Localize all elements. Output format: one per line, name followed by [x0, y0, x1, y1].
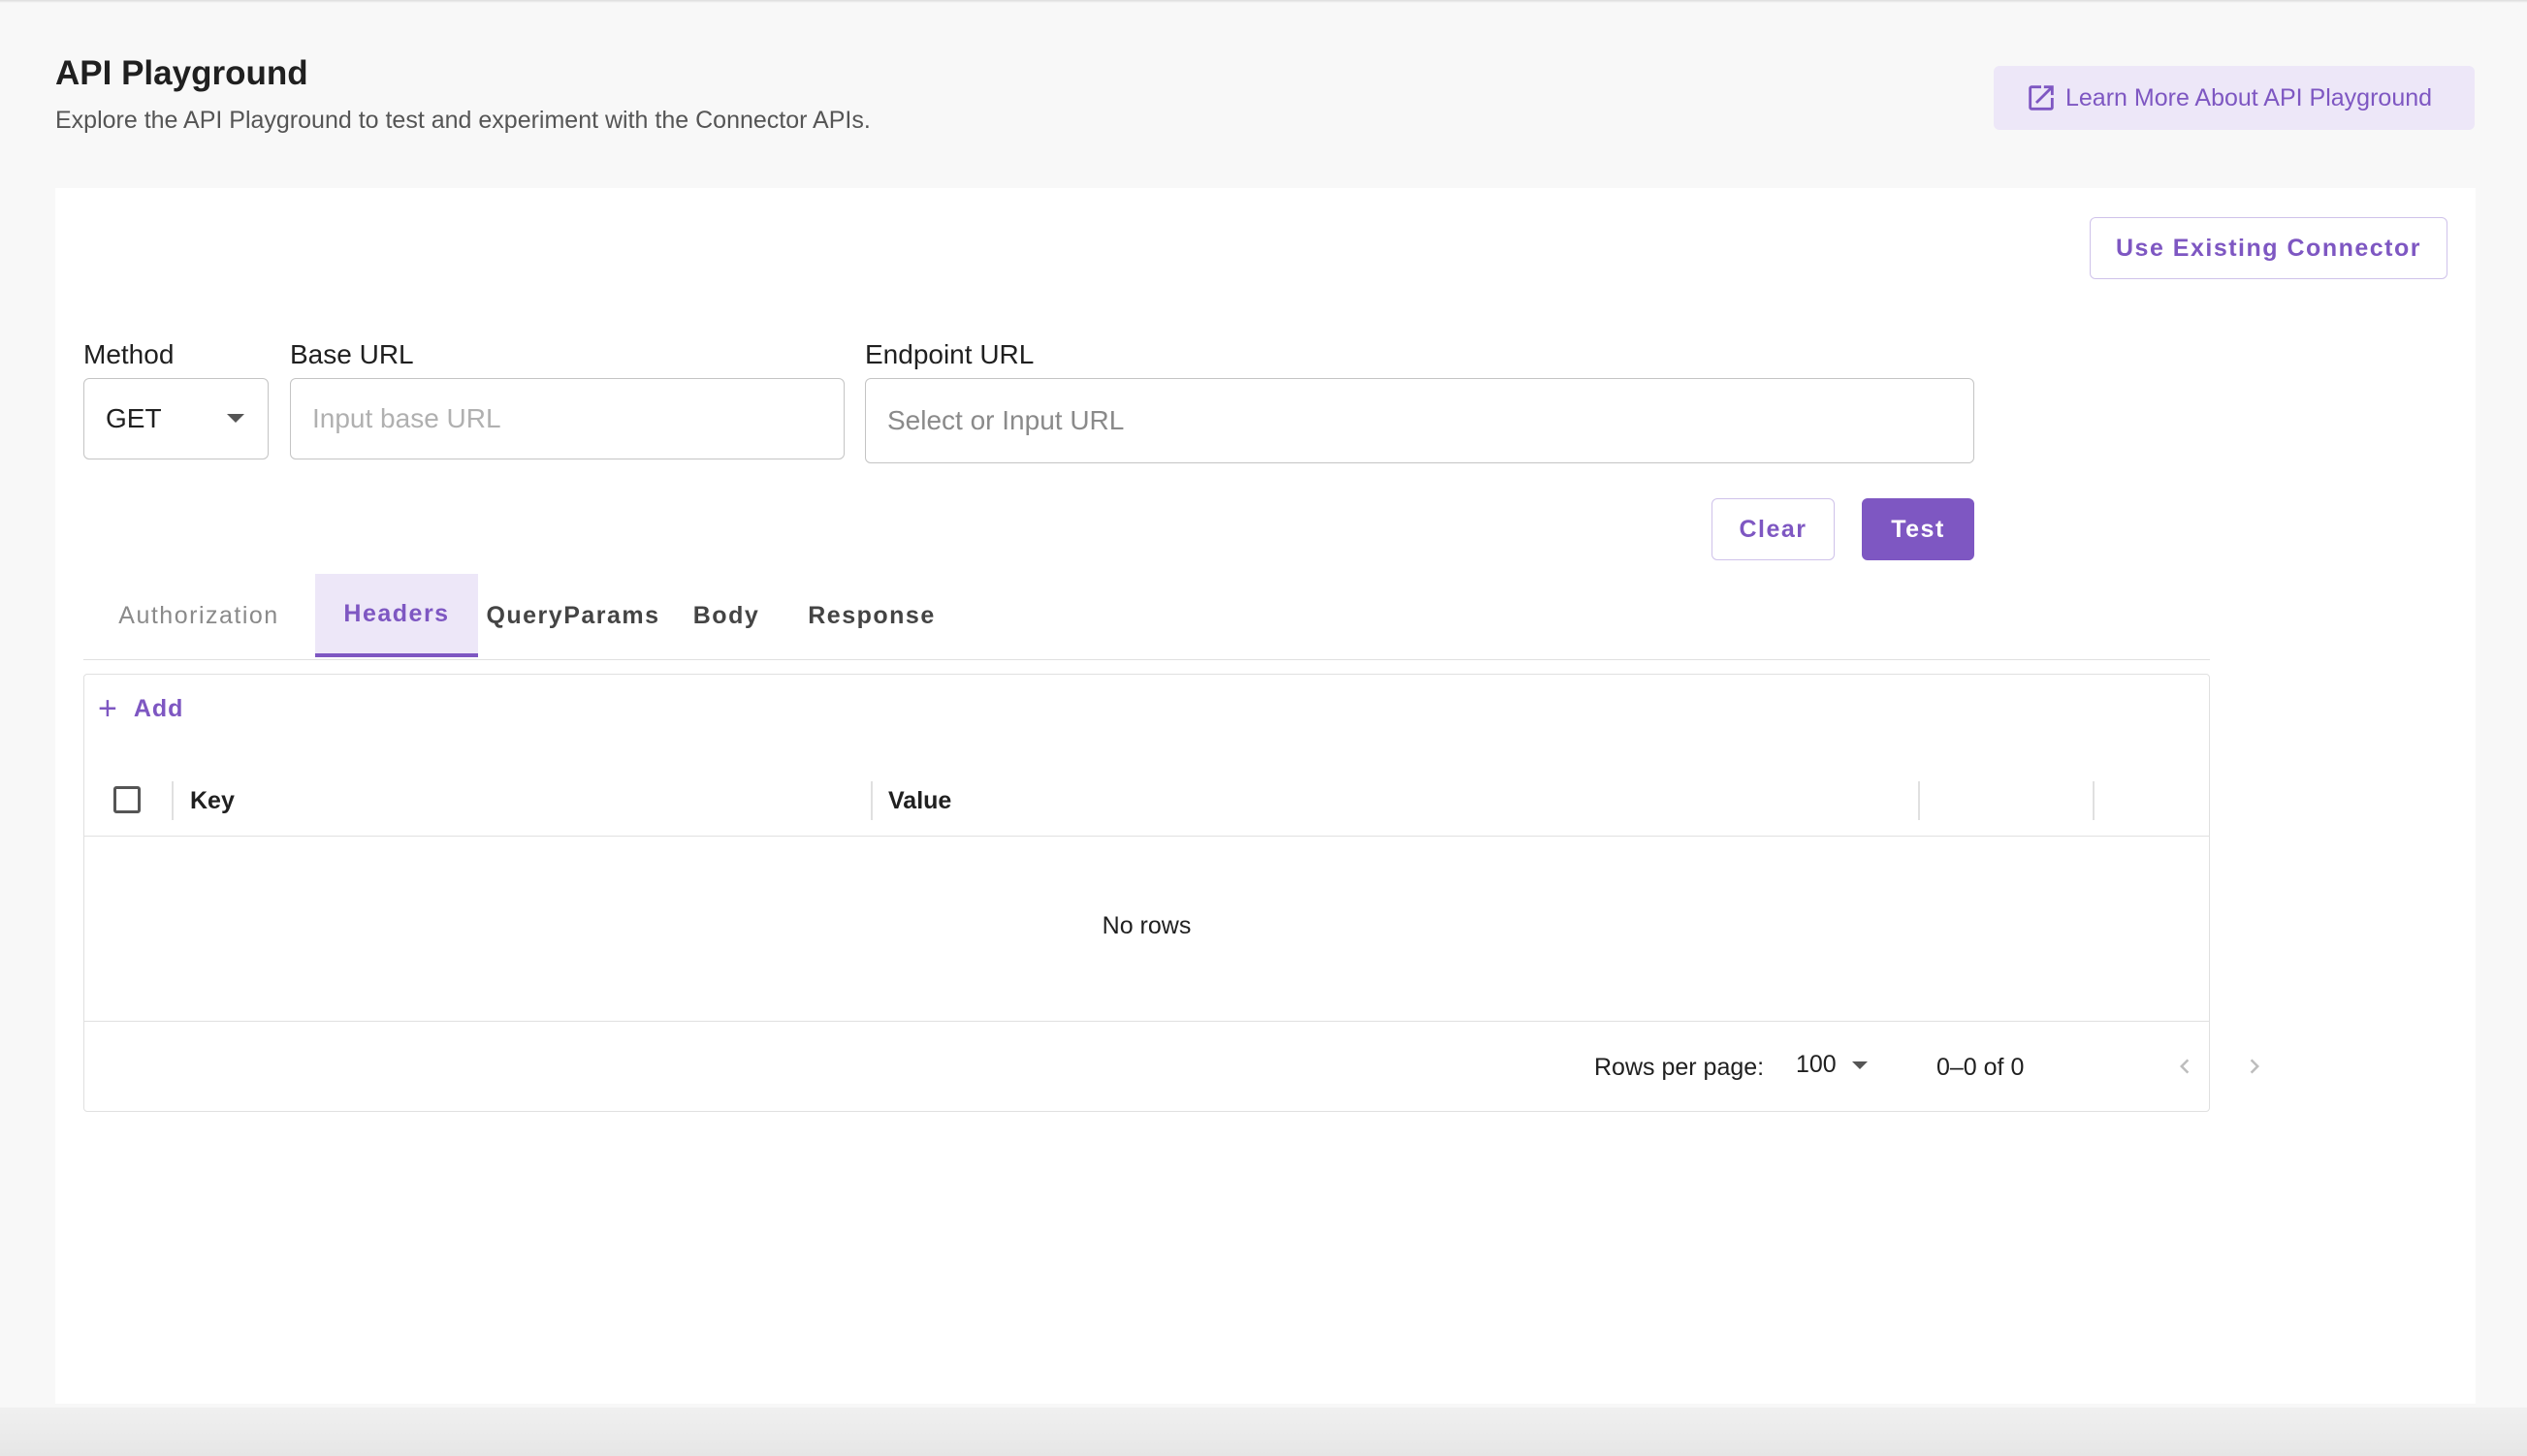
column-header-value[interactable]: Value	[888, 787, 951, 815]
clear-button[interactable]: Clear	[1711, 498, 1835, 560]
plus-icon: +	[98, 690, 118, 727]
method-label: Method	[83, 339, 175, 369]
tab-body[interactable]: Body	[668, 574, 784, 657]
column-separator	[871, 781, 873, 820]
base-url-input[interactable]	[290, 378, 845, 459]
chevron-right-icon	[2250, 1059, 2259, 1074]
grid-footer: Rows per page: 100 0–0 of 0	[84, 1021, 2259, 1111]
empty-state-text: No rows	[1102, 912, 1192, 939]
chevron-left-icon	[2180, 1059, 2190, 1074]
method-select[interactable]: GET	[83, 378, 269, 459]
learn-more-label: Learn More About API Playground	[2065, 83, 2433, 111]
caret-down-icon	[227, 414, 244, 423]
pagination-range: 0–0 of 0	[1936, 1054, 2025, 1081]
page-title: API Playground	[55, 54, 308, 92]
add-label: Add	[133, 694, 184, 722]
bottom-bar	[0, 1408, 2527, 1456]
rows-per-page-value: 100	[1796, 1051, 1837, 1078]
previous-page-button[interactable]	[2165, 1047, 2204, 1086]
use-existing-connector-button[interactable]: Use Existing Connector	[2090, 217, 2447, 279]
tab-headers[interactable]: Headers	[315, 574, 478, 657]
open-in-new-icon	[2025, 81, 2058, 114]
tab-authorization[interactable]: Authorization	[83, 574, 314, 657]
tab-bar: Authorization Headers QueryParams Body R…	[83, 574, 2210, 660]
grid-header-row: Key Value	[84, 762, 2209, 837]
tab-response[interactable]: Response	[784, 574, 959, 657]
column-header-key[interactable]: Key	[190, 787, 235, 815]
base-url-label: Base URL	[290, 339, 414, 369]
next-page-button[interactable]	[2235, 1047, 2274, 1086]
column-separator	[1918, 781, 1920, 820]
endpoint-url-input[interactable]	[865, 378, 1974, 463]
rows-per-page-label: Rows per page:	[1594, 1054, 1765, 1081]
rows-per-page-select[interactable]: 100	[1796, 1051, 1868, 1079]
headers-grid: + Add Key Value No rows Rows per page: 1…	[83, 674, 2259, 1112]
page-subtitle: Explore the API Playground to test and e…	[55, 107, 871, 134]
learn-more-button[interactable]: Learn More About API Playground	[1994, 66, 2475, 130]
test-button[interactable]: Test	[1862, 498, 1974, 560]
column-separator	[2093, 781, 2095, 820]
endpoint-url-label: Endpoint URL	[865, 339, 1035, 369]
select-all-checkbox[interactable]	[113, 786, 141, 813]
column-separator	[172, 781, 174, 820]
add-row-button[interactable]: + Add	[98, 692, 183, 725]
top-shadow	[0, 0, 2527, 3]
caret-down-icon	[1851, 1060, 1868, 1069]
tab-queryparams[interactable]: QueryParams	[478, 574, 668, 657]
method-value: GET	[106, 403, 162, 433]
